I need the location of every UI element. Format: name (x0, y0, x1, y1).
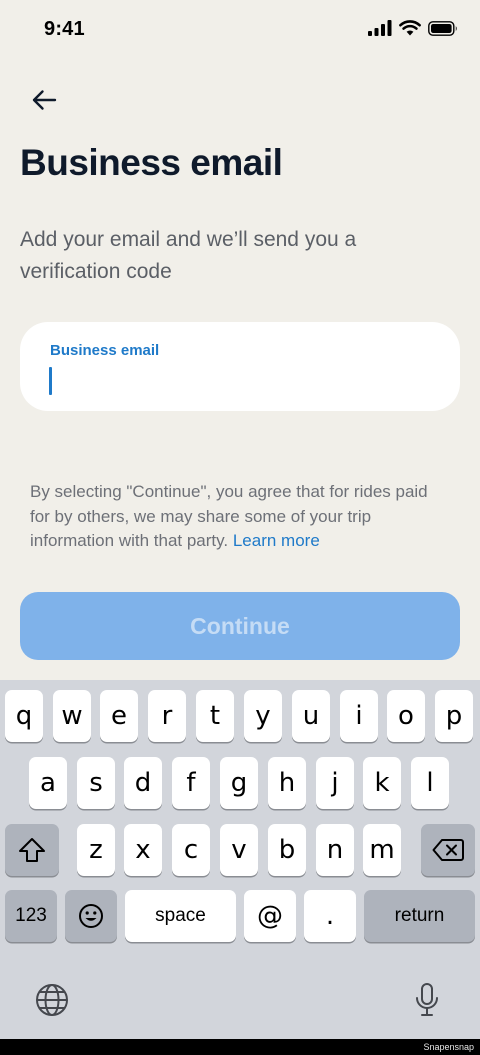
page-title: Business email (20, 142, 283, 183)
key-l[interactable]: l (411, 757, 449, 809)
email-field[interactable] (50, 366, 440, 396)
signal-icon (368, 20, 392, 36)
at-key[interactable]: @ (244, 890, 296, 942)
shift-icon (19, 838, 45, 862)
key-f[interactable]: f (172, 757, 210, 809)
key-b[interactable]: b (268, 824, 306, 876)
emoji-icon (79, 904, 103, 928)
watermark: Snapensnap (423, 1042, 474, 1052)
status-bar: 9:41 (0, 0, 480, 60)
dot-key[interactable]: . (304, 890, 356, 942)
key-s[interactable]: s (77, 757, 115, 809)
numbers-key[interactable]: 123 (5, 890, 57, 942)
disclaimer-body: By selecting "Continue", you agree that … (30, 482, 428, 550)
backspace-key[interactable] (421, 824, 475, 876)
key-j[interactable]: j (316, 757, 354, 809)
key-y[interactable]: y (244, 690, 282, 742)
backspace-icon (432, 839, 464, 861)
key-d[interactable]: d (124, 757, 162, 809)
globe-icon (36, 984, 68, 1016)
text-cursor (49, 367, 52, 395)
key-p[interactable]: p (435, 690, 473, 742)
key-v[interactable]: v (220, 824, 258, 876)
battery-icon (428, 20, 457, 36)
key-o[interactable]: o (387, 690, 425, 742)
key-n[interactable]: n (316, 824, 354, 876)
emoji-key[interactable] (65, 890, 117, 942)
disclaimer-text: By selecting "Continue", you agree that … (30, 480, 450, 554)
bottom-strip: Snapensnap (0, 1039, 480, 1055)
continue-button[interactable]: Continue (20, 592, 460, 660)
key-x[interactable]: x (124, 824, 162, 876)
key-e[interactable]: e (100, 690, 138, 742)
shift-key[interactable] (5, 824, 59, 876)
key-t[interactable]: t (196, 690, 234, 742)
microphone-button[interactable] (405, 978, 449, 1022)
key-r[interactable]: r (148, 690, 186, 742)
status-time: 9:41 (44, 18, 85, 40)
email-field-label: Business email (50, 342, 160, 359)
key-g[interactable]: g (220, 757, 258, 809)
keyboard-bottom-bar (0, 960, 480, 1039)
microphone-icon (416, 983, 438, 1016)
key-i[interactable]: i (340, 690, 378, 742)
wifi-icon (399, 20, 421, 36)
globe-button[interactable] (30, 978, 74, 1022)
return-key[interactable]: return (364, 890, 475, 942)
key-q[interactable]: q (5, 690, 43, 742)
space-key[interactable]: space (125, 890, 236, 942)
keyboard: q w e r t y u i o p a s d f g h j k l z … (0, 680, 480, 1039)
key-m[interactable]: m (363, 824, 401, 876)
key-a[interactable]: a (29, 757, 67, 809)
key-k[interactable]: k (363, 757, 401, 809)
page-subtitle: Add your email and we’ll send you a veri… (20, 228, 357, 283)
status-icons (368, 20, 458, 36)
key-c[interactable]: c (172, 824, 210, 876)
key-w[interactable]: w (53, 690, 91, 742)
email-field-card[interactable]: Business email (20, 322, 460, 411)
key-u[interactable]: u (292, 690, 330, 742)
learn-more-link[interactable]: Learn more (233, 531, 320, 550)
back-arrow-icon (32, 90, 57, 110)
key-h[interactable]: h (268, 757, 306, 809)
key-z[interactable]: z (77, 824, 115, 876)
back-button[interactable] (26, 82, 62, 118)
